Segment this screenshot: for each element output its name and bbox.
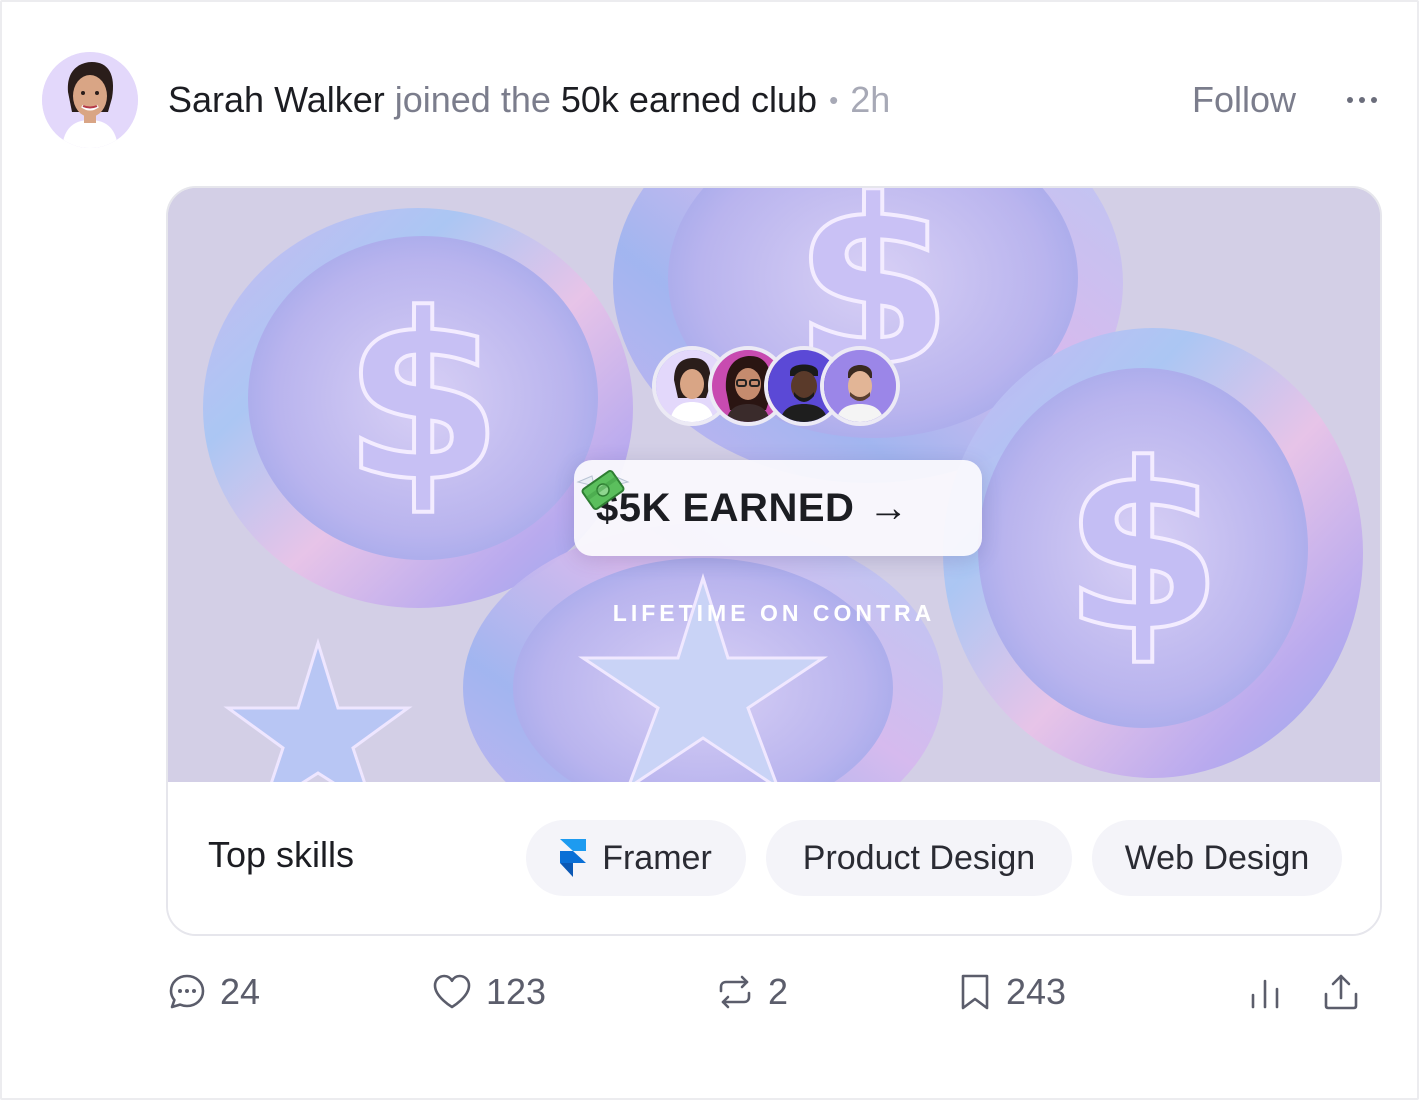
post-card-frame: Sarah Walker joined the 50k earned club … xyxy=(0,0,1419,1100)
share-icon xyxy=(1324,974,1358,1010)
milestone-card[interactable]: $ $ $ $5K EARNED → LIFETIME ON CONTRA To… xyxy=(166,186,1382,936)
author-name[interactable]: Sarah Walker xyxy=(168,79,385,121)
repost-icon xyxy=(719,975,751,1009)
heart-icon xyxy=(433,974,471,1009)
like-count: 123 xyxy=(486,971,547,1012)
like-button[interactable]: 123 xyxy=(432,968,546,1016)
earner-avatars xyxy=(652,346,900,426)
separator-dot: • xyxy=(829,84,839,115)
top-skills-title: Top skills xyxy=(208,834,355,875)
skill-chip-framer[interactable]: Framer xyxy=(526,820,746,896)
analytics-button[interactable] xyxy=(1246,968,1284,1016)
repost-count: 2 xyxy=(768,971,789,1012)
framer-icon xyxy=(560,839,587,877)
share-button[interactable] xyxy=(1322,968,1360,1016)
skill-chip-label: Web Design xyxy=(1124,838,1310,877)
comment-button[interactable]: 24 xyxy=(168,968,260,1016)
comment-icon xyxy=(169,974,205,1009)
lifetime-caption: LIFETIME ON CONTRA xyxy=(612,600,936,626)
follow-button[interactable]: Follow xyxy=(1192,78,1296,122)
skill-chip-web-design[interactable]: Web Design xyxy=(1092,820,1342,896)
more-icon xyxy=(1347,97,1377,103)
skill-chip-product-design[interactable]: Product Design xyxy=(766,820,1072,896)
bookmark-button[interactable]: 243 xyxy=(958,968,1066,1016)
bookmark-count: 243 xyxy=(1006,971,1067,1012)
top-skills-row: Top skills Framer Product Design Web Des… xyxy=(168,782,1380,934)
svg-text:$: $ xyxy=(1063,416,1223,683)
earned-amount-label: $5K EARNED xyxy=(596,485,855,530)
bar-chart-icon xyxy=(1251,979,1279,1009)
skill-chip-label: Product Design xyxy=(802,838,1036,877)
author-avatar[interactable] xyxy=(42,52,138,148)
earned-badge-button[interactable]: $5K EARNED → xyxy=(574,460,982,556)
comment-count: 24 xyxy=(220,971,261,1012)
repost-button[interactable]: 2 xyxy=(716,968,788,1016)
bookmark-icon xyxy=(961,974,989,1010)
svg-text:$: $ xyxy=(343,266,503,533)
skill-chip-label: Framer xyxy=(602,838,712,877)
post-headline: Sarah Walker joined the 50k earned club … xyxy=(168,78,890,122)
arrow-right-icon: → xyxy=(868,485,909,530)
hero-image: $ $ $ $5K EARNED → LIFETIME ON CONTRA xyxy=(168,188,1380,782)
avatar xyxy=(820,346,900,426)
post-action-text: joined the xyxy=(394,79,551,120)
money-with-wings-icon xyxy=(576,470,630,510)
more-options-button[interactable] xyxy=(1342,82,1382,118)
post-timestamp: 2h xyxy=(850,79,891,120)
club-name[interactable]: 50k earned club xyxy=(561,79,817,121)
